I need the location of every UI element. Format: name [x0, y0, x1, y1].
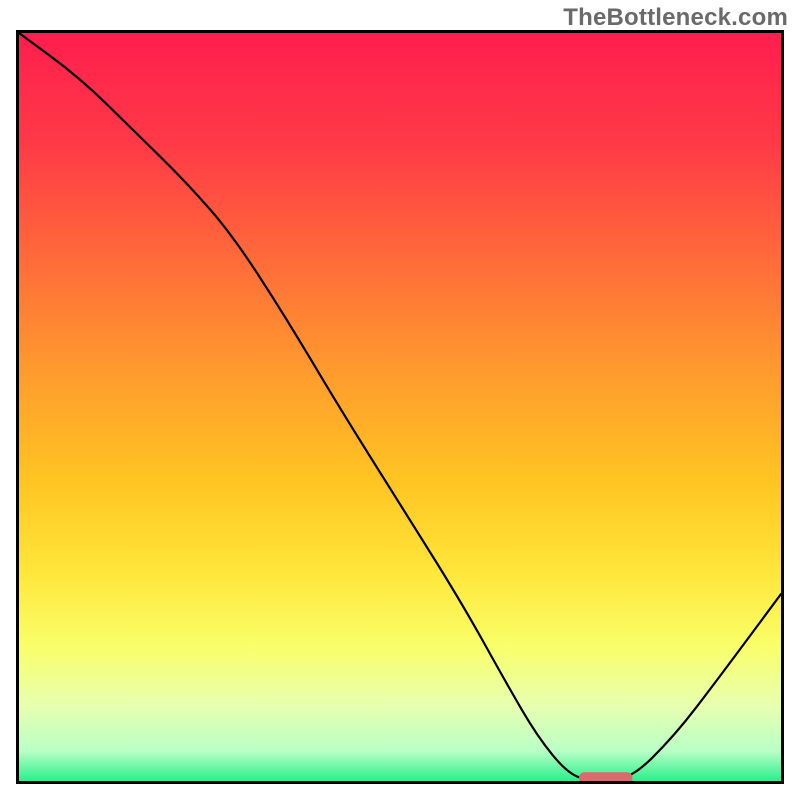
plot-frame: [16, 30, 784, 784]
plot-svg: [19, 33, 781, 781]
minimum-marker: [579, 772, 632, 781]
chart-container: TheBottleneck.com: [0, 0, 800, 800]
watermark-text: TheBottleneck.com: [563, 4, 788, 32]
gradient-rect: [19, 33, 781, 781]
